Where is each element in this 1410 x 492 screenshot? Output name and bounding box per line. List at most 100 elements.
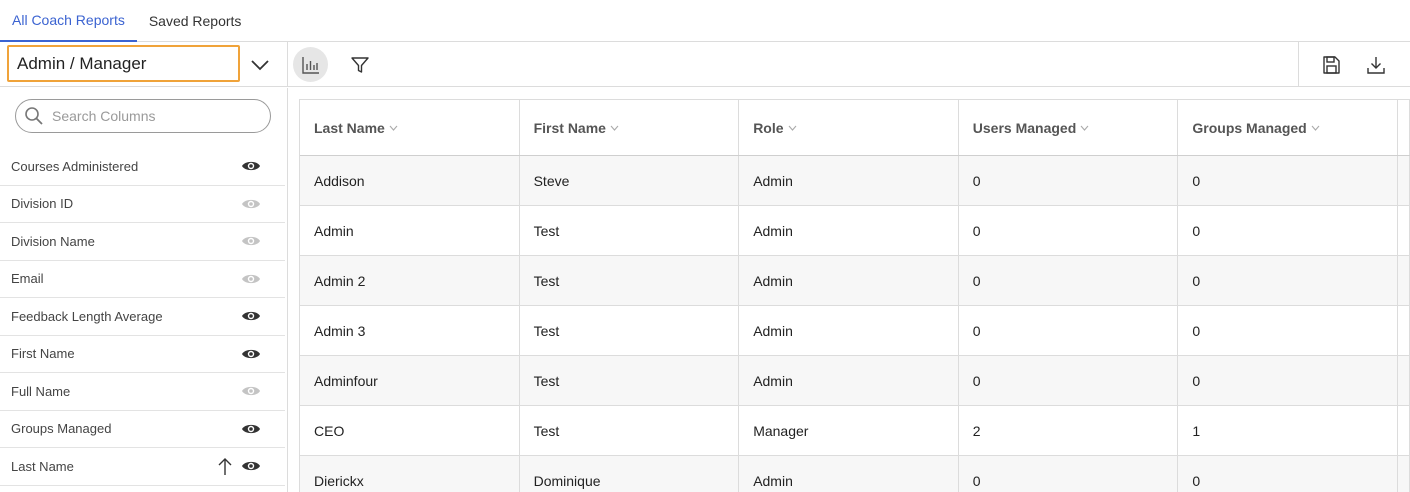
table-cell: 0 (959, 156, 1179, 205)
save-report-button[interactable] (1316, 50, 1346, 80)
filter-button[interactable] (344, 49, 376, 81)
table-cell: 0 (959, 206, 1179, 255)
table-row[interactable]: CEO Test Manager 2 1 (300, 406, 1410, 456)
filter-icon (351, 57, 369, 73)
eye-hidden-icon[interactable] (241, 384, 261, 398)
table-cell: 0 (959, 256, 1179, 305)
sort-caret-icon[interactable] (389, 123, 398, 133)
table-row[interactable]: Admin 3 Test Admin 0 0 (300, 306, 1410, 356)
column-item[interactable]: Full Name (0, 373, 285, 411)
column-item[interactable]: Division Name (0, 223, 285, 261)
sort-ascending-icon[interactable] (216, 456, 234, 476)
column-item[interactable]: First Name (0, 336, 285, 373)
bar-chart-button[interactable] (293, 47, 328, 82)
table-cell-filler (1398, 456, 1410, 492)
table-row[interactable]: Addison Steve Admin 0 0 (300, 156, 1410, 206)
toolbar-divider-right (1298, 42, 1299, 87)
report-table: Last Name First Name Role Users Managed Grou… (299, 99, 1410, 492)
tab-saved-reports[interactable]: Saved Reports (137, 0, 254, 41)
table-cell: Dominique (520, 456, 740, 492)
table-cell: Test (520, 406, 740, 455)
table-row[interactable]: Dierickx Dominique Admin 0 0 (300, 456, 1410, 492)
eye-hidden-icon[interactable] (241, 197, 261, 211)
sort-caret-icon[interactable] (788, 123, 797, 133)
eye-visible-icon[interactable] (241, 347, 261, 361)
column-header[interactable]: Last Name (300, 100, 520, 155)
column-item-label: Email (11, 271, 44, 287)
column-header-label: Last Name (314, 119, 385, 136)
table-row[interactable]: Adminfour Test Admin 0 0 (300, 356, 1410, 406)
toolbar: Admin / Manager (0, 42, 1410, 87)
table-cell: Admin 3 (300, 306, 520, 355)
eye-visible-icon[interactable] (241, 159, 261, 173)
table-cell: Addison (300, 156, 520, 205)
table-cell: 2 (959, 406, 1179, 455)
sort-caret-icon[interactable] (1080, 123, 1089, 133)
table-cell: Manager (739, 406, 959, 455)
report-tabs: All Coach Reports Saved Reports (0, 0, 1410, 42)
column-list: Courses Administered Division ID Division … (0, 148, 287, 486)
search-icon (25, 107, 43, 125)
column-item[interactable]: Division ID (0, 186, 285, 223)
column-header[interactable]: Role (739, 100, 959, 155)
table-cell: 0 (959, 456, 1179, 492)
column-header[interactable]: Groups Managed (1178, 100, 1398, 155)
table-cell: Admin (739, 356, 959, 405)
column-header-label: Role (753, 119, 784, 136)
column-header[interactable]: First Name (520, 100, 740, 155)
table-cell: Steve (520, 156, 740, 205)
sort-caret-icon[interactable] (610, 123, 619, 133)
eye-visible-icon[interactable] (241, 422, 261, 436)
report-type-select[interactable]: Admin / Manager (7, 45, 240, 82)
eye-visible-icon[interactable] (241, 309, 261, 323)
table-cell: Admin (739, 306, 959, 355)
column-header-label: Groups Managed (1192, 119, 1307, 136)
table-cell: 1 (1178, 406, 1398, 455)
search-columns-box[interactable] (15, 99, 271, 133)
column-item[interactable]: Groups Managed (0, 411, 285, 448)
table-row[interactable]: Admin Test Admin 0 0 (300, 206, 1410, 256)
table-row[interactable]: Admin 2 Test Admin 0 0 (300, 256, 1410, 306)
column-header-filler (1398, 100, 1410, 155)
table-cell: Test (520, 206, 740, 255)
download-button[interactable] (1361, 50, 1391, 80)
eye-visible-icon[interactable] (241, 459, 261, 473)
column-header-label: Users Managed (972, 119, 1077, 136)
column-header[interactable]: Users Managed (959, 100, 1179, 155)
search-columns-input[interactable] (52, 108, 252, 124)
column-item-label: First Name (11, 346, 75, 362)
eye-hidden-icon[interactable] (241, 272, 261, 286)
column-item[interactable]: Last Name (0, 448, 285, 486)
save-icon (1323, 56, 1340, 74)
column-item-label: Groups Managed (11, 421, 112, 437)
table-cell: Admin (300, 206, 520, 255)
column-item-label: Division ID (11, 196, 74, 212)
tab-all-coach-reports[interactable]: All Coach Reports (0, 0, 137, 42)
eye-hidden-icon[interactable] (241, 234, 261, 248)
column-item[interactable]: Courses Administered (0, 148, 285, 186)
column-item-label: Full Name (11, 383, 71, 399)
table-cell: Test (520, 306, 740, 355)
table-cell-filler (1398, 406, 1410, 455)
column-sidebar: Courses Administered Division ID Division … (0, 88, 288, 492)
table-cell: 0 (1178, 306, 1398, 355)
column-item[interactable]: Email (0, 261, 285, 298)
column-item-label: Division Name (11, 233, 95, 249)
table-header: Last Name First Name Role Users Managed Grou… (300, 100, 1410, 156)
table-cell-filler (1398, 356, 1410, 405)
table-cell: Dierickx (300, 456, 520, 492)
column-item-label: Last Name (11, 458, 74, 474)
column-item-label: Courses Administered (11, 158, 139, 174)
table-cell: Admin (739, 256, 959, 305)
column-item[interactable]: Feedback Length Average (0, 298, 285, 336)
table-cell-filler (1398, 206, 1410, 255)
chevron-down-icon[interactable] (248, 54, 272, 76)
table-cell: 0 (1178, 206, 1398, 255)
table-cell: 0 (959, 306, 1179, 355)
report-type-value: Admin / Manager (17, 53, 147, 73)
toolbar-divider (287, 42, 288, 87)
table-cell: Test (520, 256, 740, 305)
sort-caret-icon[interactable] (1311, 123, 1320, 133)
download-icon (1367, 57, 1385, 74)
table-cell: 0 (1178, 356, 1398, 405)
